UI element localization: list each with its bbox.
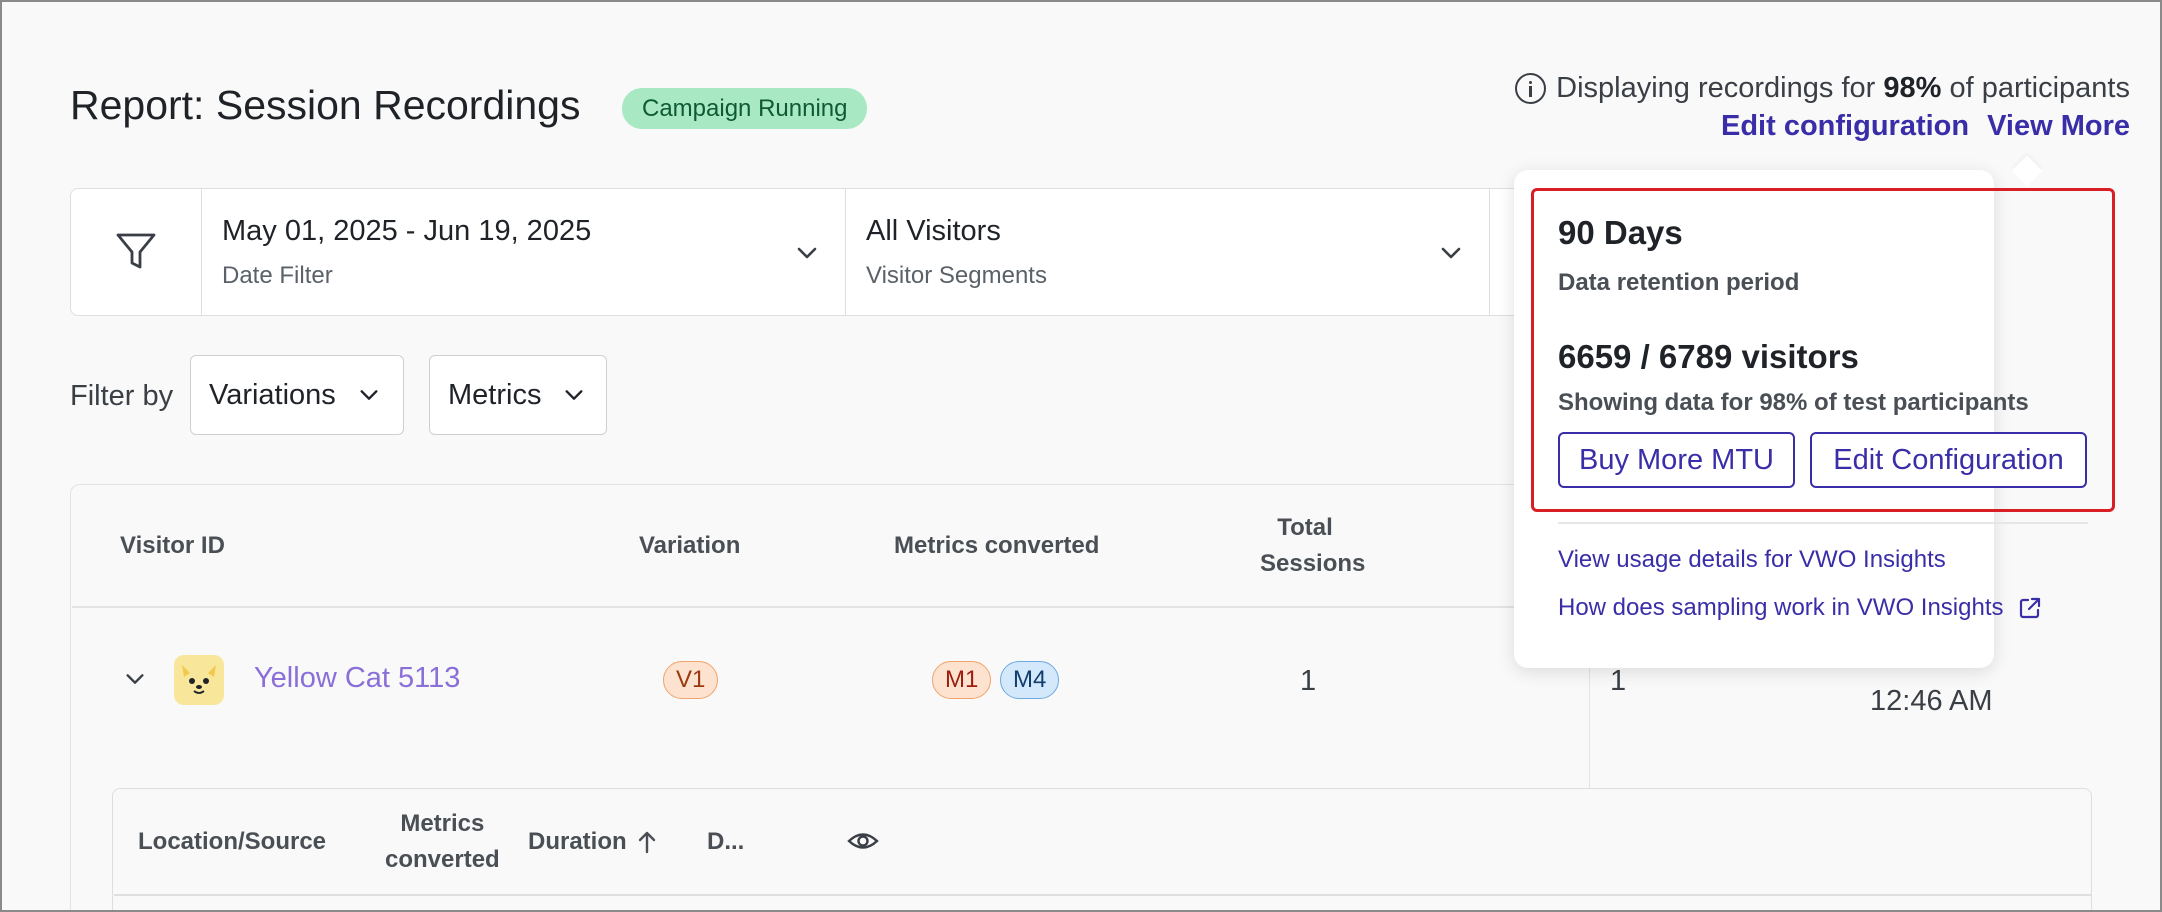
metric-badge-m4: M4 (1000, 661, 1060, 699)
subcolumn-metrics-line2: converted (385, 846, 500, 873)
sampling-help-link-label: How does sampling work in VWO Insights (1558, 594, 2004, 621)
metrics-dropdown-label: Metrics (448, 378, 542, 411)
subcolumn-d[interactable]: D... (707, 828, 744, 856)
segment-filter-label: Visitor Segments (866, 262, 1047, 289)
info-percent: 98% (1883, 72, 1942, 104)
visitor-link[interactable]: Yellow Cat 5113 (254, 662, 460, 695)
arrow-up-icon (638, 831, 655, 854)
total-sessions-line2: Sessions (1260, 550, 1366, 577)
table-header-divider (72, 606, 1592, 608)
info-suffix: of participants (1941, 72, 2130, 104)
date-filter-value: May 01, 2025 - Jun 19, 2025 (222, 215, 592, 247)
view-more-link[interactable]: View More (1987, 110, 2130, 143)
total-sessions-line1: Total (1277, 514, 1333, 541)
column-header-variation[interactable]: Variation (639, 532, 740, 560)
variations-dropdown-label: Variations (209, 378, 336, 411)
column-header-metrics-converted[interactable]: Metrics converted (894, 532, 1099, 560)
total-sessions-value: 1 (1300, 665, 1317, 697)
page-title: Report: Session Recordings (70, 82, 581, 128)
row-time: 12:46 AM (1870, 685, 1993, 717)
popover-arrow (2011, 155, 2043, 187)
subcolumn-duration-label: Duration (528, 828, 627, 855)
info-prefix: Displaying recordings for (1556, 72, 1884, 104)
filter-by-label: Filter by (70, 380, 174, 412)
app-window: Report: Session Recordings Campaign Runn… (0, 0, 2162, 912)
sampling-help-link[interactable]: How does sampling work in VWO Insights (1558, 594, 2042, 622)
date-filter[interactable]: May 01, 2025 - Jun 19, 2025 Date Filter (202, 189, 846, 315)
column-header-visitor-id[interactable]: Visitor ID (120, 532, 225, 560)
visitors-label: Showing data for 98% of test participant… (1558, 389, 2029, 416)
edit-configuration-button[interactable]: Edit Configuration (1810, 432, 2087, 488)
metrics-dropdown[interactable]: Metrics (429, 355, 607, 435)
header-links: Edit configuration View More (1721, 110, 2130, 143)
variation-badge: V1 (663, 661, 719, 699)
visitors-value: 6659 / 6789 visitors (1558, 338, 1859, 375)
status-badge: Campaign Running (622, 88, 868, 129)
variations-dropdown[interactable]: Variations (190, 355, 404, 435)
subcolumn-metrics-line1: Metrics (400, 810, 485, 837)
filter-button[interactable] (71, 189, 202, 315)
sampling-info: Displaying recordings for 98% of partici… (1515, 72, 2130, 105)
subcolumn-duration[interactable]: Duration (528, 828, 657, 856)
segment-filter-value: All Visitors (866, 215, 1001, 247)
chevron-down-icon (797, 247, 817, 259)
info-icon (1515, 73, 1547, 104)
usage-details-link[interactable]: View usage details for VWO Insights (1558, 546, 1946, 574)
column-header-total-sessions[interactable]: Total Sessions (1260, 514, 1366, 578)
cat-avatar-icon (174, 655, 224, 705)
external-link-icon (2019, 597, 2040, 619)
visitor-segment-filter[interactable]: All Visitors Visitor Segments (846, 189, 1490, 315)
chevron-down-icon (565, 390, 583, 400)
subcolumn-location-source[interactable]: Location/Source (138, 828, 326, 856)
metric-badge-m1: M1 (932, 661, 992, 699)
retention-label: Data retention period (1558, 269, 1800, 296)
chevron-down-icon (360, 390, 378, 400)
buy-more-mtu-button[interactable]: Buy More MTU (1558, 432, 1795, 488)
filter-icon (116, 233, 156, 269)
row-session-count: 1 (1610, 665, 1627, 697)
usage-details-link-label: View usage details for VWO Insights (1558, 546, 1946, 573)
subtable-header-divider (114, 894, 2092, 896)
edit-configuration-link[interactable]: Edit configuration (1721, 110, 1969, 143)
date-filter-label: Date Filter (222, 262, 333, 289)
chevron-down-icon (1441, 247, 1461, 259)
subcolumn-metrics-converted[interactable]: Metrics converted (385, 810, 500, 874)
expand-row-chevron-icon[interactable] (122, 668, 148, 690)
filter-bar: May 01, 2025 - Jun 19, 2025 Date Filter … (70, 188, 1582, 316)
eye-icon[interactable] (847, 828, 879, 854)
popover-divider (1558, 522, 2088, 524)
retention-value: 90 Days (1558, 214, 1683, 251)
